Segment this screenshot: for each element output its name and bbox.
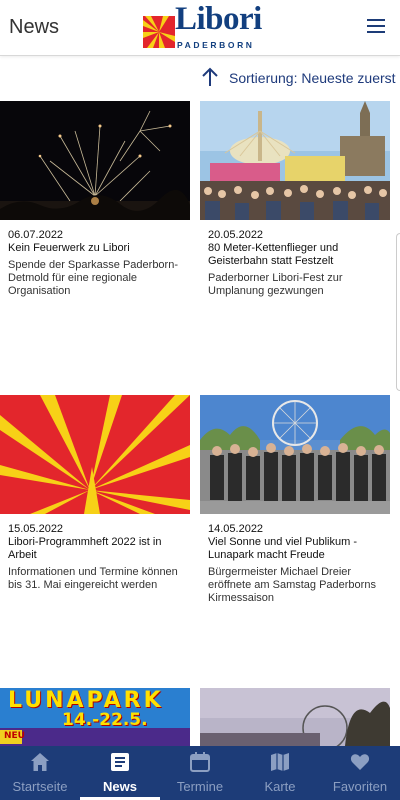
tab-startseite[interactable]: Startseite xyxy=(0,746,80,800)
bottom-tab-bar: Startseite News Termine Karte Favoriten xyxy=(0,746,400,800)
home-icon xyxy=(31,753,49,771)
app-bar: News Libori PADERBORN xyxy=(0,0,400,56)
news-title: Kein Feuerwerk zu Libori xyxy=(8,242,130,254)
sort-control[interactable]: Sortierung: Neueste zuerst xyxy=(0,66,400,90)
tab-label: News xyxy=(103,779,137,794)
page-title: News xyxy=(9,16,60,38)
news-date: 14.05.2022 xyxy=(208,523,264,535)
tab-label: Karte xyxy=(264,779,296,794)
news-card[interactable]: LUNAPARK 14.-22.5. NEU xyxy=(0,688,190,746)
news-title: 80 Meter-Kettenflieger und Geisterbahn s… xyxy=(208,242,339,267)
news-card[interactable]: 15.05.2022 Libori-Programmheft 2022 ist … xyxy=(0,395,190,605)
news-teaser: Informationen und Termine können bis 31.… xyxy=(8,566,178,591)
news-image-fireworks xyxy=(0,101,190,220)
scroll-indicator[interactable] xyxy=(396,233,400,391)
tab-karte[interactable]: Karte xyxy=(240,746,320,800)
news-date: 15.05.2022 xyxy=(8,523,64,535)
news-title: Libori-Programmheft 2022 ist in Arbeit xyxy=(8,536,162,561)
map-icon xyxy=(271,753,289,771)
news-icon xyxy=(111,753,129,771)
news-card[interactable]: 06.07.2022 Kein Feuerwerk zu Libori Spen… xyxy=(0,101,190,301)
sort-label: Sortierung: Neueste zuerst xyxy=(229,70,396,86)
tab-news[interactable]: News xyxy=(80,746,160,800)
news-card[interactable]: 14.05.2022 Viel Sonne und viel Publikum … xyxy=(200,395,390,605)
tab-label: Favoriten xyxy=(332,779,388,794)
news-title: Viel Sonne und viel Publikum - Lunapark … xyxy=(208,536,357,561)
heart-icon xyxy=(350,754,370,770)
news-teaser: Spende der Sparkasse Paderborn-Detmold f… xyxy=(8,259,178,297)
tab-termine[interactable]: Termine xyxy=(160,746,240,800)
news-image-lunapark-opening xyxy=(200,395,390,514)
news-teaser: Bürgermeister Michael Dreier eröffnete a… xyxy=(208,566,376,604)
arrow-up-icon xyxy=(202,67,218,86)
hamburger-menu-icon[interactable] xyxy=(365,17,389,37)
poster-dates: 14.-22.5. xyxy=(62,710,148,730)
news-card[interactable] xyxy=(200,688,390,746)
tab-label: Startseite xyxy=(12,779,68,794)
tab-favoriten[interactable]: Favoriten xyxy=(320,746,400,800)
news-teaser: Paderborner Libori-Fest zur Umplanung ge… xyxy=(208,272,343,297)
news-image-sunburst xyxy=(0,395,190,514)
calendar-icon xyxy=(190,752,210,772)
news-date: 06.07.2022 xyxy=(8,229,64,241)
news-card[interactable]: 20.05.2022 80 Meter-Kettenflieger und Ge… xyxy=(200,101,390,301)
libori-logo[interactable]: Libori PADERBORN xyxy=(143,1,262,52)
news-image-fair-dusk xyxy=(200,688,390,746)
logo-mark-icon xyxy=(143,16,175,48)
news-date: 20.05.2022 xyxy=(208,229,264,241)
news-image-fair xyxy=(200,101,390,220)
logo-subtitle: PADERBORN xyxy=(177,40,255,50)
news-image-lunapark-poster: LUNAPARK 14.-22.5. NEU xyxy=(0,688,190,746)
poster-badge: NEU xyxy=(4,731,25,741)
logo-wordmark: Libori xyxy=(175,1,262,37)
tab-label: Termine xyxy=(176,779,224,794)
